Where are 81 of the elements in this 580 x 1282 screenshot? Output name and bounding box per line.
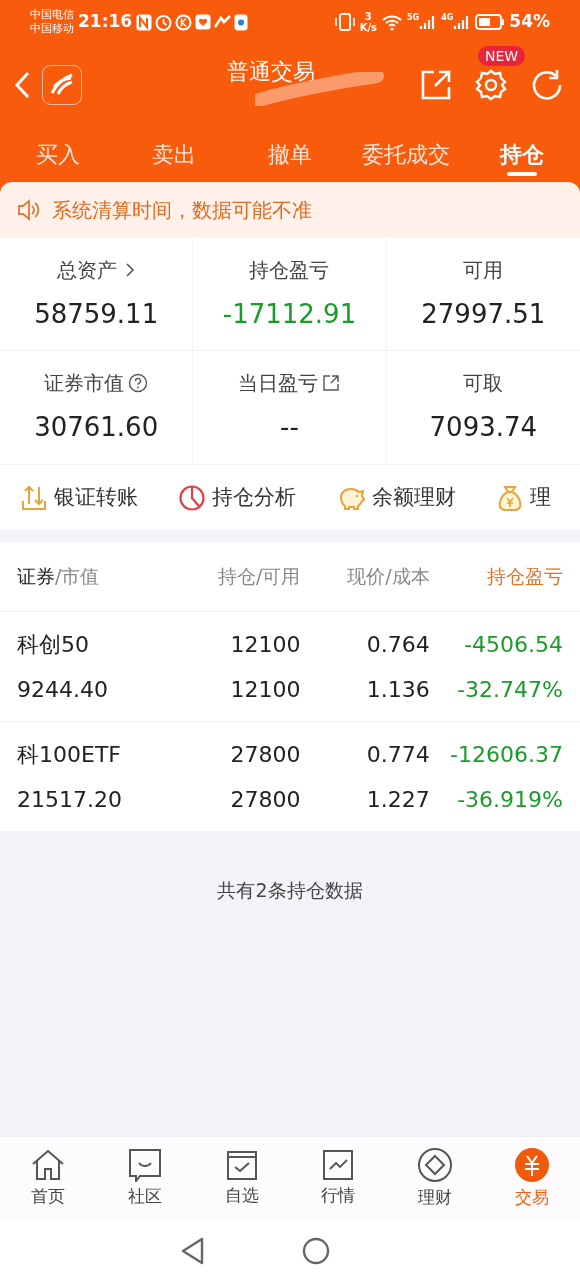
status-time: 21:16 — [78, 10, 133, 34]
profit-loss-percent: -32.747% — [457, 675, 563, 704]
notice-text: 系统清算时间，数据可能不准 — [52, 197, 312, 224]
settings-icon[interactable] — [474, 68, 508, 102]
new-badge: NEW — [478, 46, 526, 66]
app-icon — [234, 13, 249, 31]
summary-value: 7093.74 — [429, 411, 538, 444]
net-speed-value: 3 — [364, 11, 372, 22]
heart-rate-icon — [214, 15, 232, 29]
chat-icon — [128, 1147, 162, 1182]
share-icon[interactable] — [420, 69, 452, 101]
battery-percent: 54% — [509, 10, 550, 34]
heart-app-icon — [195, 14, 212, 30]
vibrate-icon — [333, 12, 356, 32]
security-name: 科100ETF — [17, 740, 122, 769]
holding-row[interactable]: 科100ETF 21517.20 27800 27800 0.774 1.227 -12606.37 -36.919% — [0, 722, 580, 832]
circle-k-icon — [175, 13, 193, 31]
nav-item[interactable]: 首页 — [0, 1137, 97, 1220]
position-quantity: 27800 — [230, 740, 301, 769]
shortcut-link[interactable]: 银证转账 — [20, 481, 138, 514]
network-type: 4G — [441, 13, 454, 22]
profit-loss: -12606.37 — [450, 740, 563, 769]
net-speed-unit: K/s — [359, 22, 377, 33]
nfc-icon — [136, 13, 153, 31]
summary-value: 30761.60 — [34, 411, 159, 444]
money-bag-icon — [496, 483, 524, 512]
yen-coin-icon — [513, 1146, 550, 1183]
current-price: 0.764 — [366, 630, 430, 659]
security-name: 科创50 — [17, 630, 90, 659]
summary-label: 当日盈亏 — [238, 370, 319, 397]
shortcut-link[interactable]: 余额理财 — [336, 481, 456, 514]
tab-indicator — [507, 172, 537, 176]
summary-value: 27997.51 — [421, 297, 546, 331]
alarm-icon — [155, 13, 173, 31]
home-nav-icon[interactable] — [302, 1237, 330, 1265]
carrier-name: 中国电信 — [30, 8, 74, 22]
summary-label: 证券市值 — [44, 370, 125, 397]
profit-loss-percent: -36.919% — [457, 785, 563, 814]
market-value: 21517.20 — [17, 785, 123, 814]
summary-label: 可取 — [463, 370, 504, 397]
holdings-count: 共有2条持仓数据 — [217, 878, 363, 903]
available-quantity: 12100 — [230, 675, 301, 704]
pie-chart-icon — [178, 483, 206, 512]
line-chart-icon — [322, 1148, 355, 1181]
checklist-icon — [225, 1148, 258, 1181]
transfer-icon — [20, 483, 48, 512]
position-quantity: 12100 — [230, 630, 301, 659]
help-icon — [128, 373, 149, 393]
summary-value: -17112.91 — [222, 297, 357, 331]
speaker-icon — [16, 198, 40, 222]
column-header[interactable]: 证券/市值 — [17, 562, 196, 591]
summary-label: 可用 — [463, 256, 504, 284]
network-type: 5G — [407, 13, 420, 22]
profit-loss: -4506.54 — [464, 630, 563, 659]
cost-price: 1.227 — [366, 785, 430, 814]
chevron-right-icon — [125, 261, 136, 278]
summary-label: 持仓盈亏 — [249, 256, 330, 284]
market-value: 9244.40 — [17, 675, 109, 704]
wifi-icon — [381, 13, 403, 31]
cost-price: 1.136 — [366, 675, 430, 704]
nav-item[interactable]: 自选 — [193, 1137, 290, 1220]
summary-value: -- — [280, 411, 299, 444]
carrier-name: 中国移动 — [30, 22, 74, 36]
column-header[interactable]: 现价/成本 — [300, 562, 430, 591]
shortcut-link[interactable]: 持仓分析 — [178, 481, 296, 514]
current-price: 0.774 — [366, 740, 430, 769]
available-quantity: 27800 — [230, 785, 301, 814]
shortcut-link[interactable]: 理 — [496, 481, 551, 514]
holding-row[interactable]: 科创50 9244.40 12100 12100 0.764 1.136 -4506.54 -32.747% — [0, 612, 580, 722]
battery-icon — [475, 13, 506, 31]
external-link-icon — [322, 374, 341, 392]
page-title: 普通交易 — [227, 58, 315, 86]
column-header[interactable]: 持仓/可用 — [196, 562, 301, 591]
summary-label: 总资产 — [57, 256, 118, 284]
nav-item[interactable]: 理财 — [386, 1137, 484, 1220]
nav-item[interactable]: 社区 — [96, 1137, 194, 1220]
back-nav-icon[interactable] — [180, 1237, 206, 1265]
nav-item[interactable]: 行情 — [290, 1137, 387, 1220]
app-logo — [42, 65, 82, 105]
summary-value: 58759.11 — [34, 297, 159, 331]
diamond-coin-icon — [417, 1146, 453, 1183]
